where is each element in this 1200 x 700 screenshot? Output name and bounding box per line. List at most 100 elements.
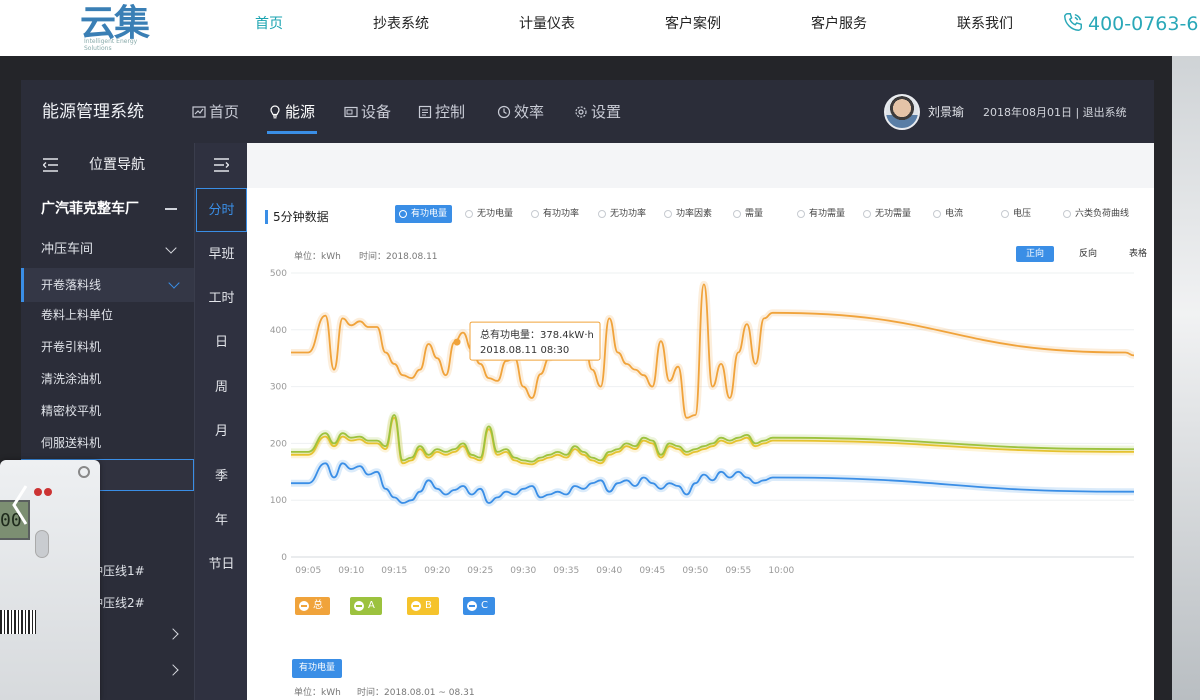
site-nav-meter-reading[interactable]: 抄表系统 bbox=[373, 14, 429, 34]
sidebar-org[interactable]: 广汽菲克整车厂 bbox=[21, 189, 194, 229]
phone-number[interactable]: 400-0763-6 bbox=[1062, 10, 1198, 38]
legend-label: B bbox=[425, 600, 432, 611]
view-forward-button[interactable]: 正向 bbox=[1016, 246, 1054, 262]
collapse-menu-icon[interactable] bbox=[214, 158, 229, 172]
chart-icon bbox=[192, 106, 206, 118]
logo-subtitle: Intelligent Energy Solutions bbox=[84, 38, 138, 52]
sidebar-item-washer[interactable]: 清洗涂油机 bbox=[21, 363, 194, 395]
chevron-left-icon[interactable] bbox=[6, 480, 34, 530]
x-tick-label: 09:50 bbox=[682, 566, 708, 576]
period-month[interactable]: 月 bbox=[195, 410, 248, 454]
legend-label: 总 bbox=[313, 600, 323, 611]
series-line[interactable] bbox=[291, 283, 1135, 419]
metric-demand[interactable]: 需量 bbox=[731, 205, 763, 223]
tab-devices-label: 设备 bbox=[361, 103, 392, 121]
sidebar-header: 位置导航 bbox=[21, 143, 194, 187]
data-card: 5分钟数据 有功电量 无功电量 有功功率 无功功率 功率因素 需量 有功需量 无… bbox=[247, 188, 1154, 700]
sidebar-item-label: 伺服送料机 bbox=[41, 436, 102, 450]
clock-icon bbox=[497, 105, 511, 119]
y-tick-label: 0 bbox=[281, 553, 287, 563]
metric-power-factor[interactable]: 功率因素 bbox=[662, 205, 712, 223]
main-content: 5分钟数据 有功电量 无功电量 有功功率 无功功率 功率因素 需量 有功需量 无… bbox=[247, 143, 1154, 700]
sidebar-item-label: 卷料上料单位 bbox=[41, 308, 114, 322]
sidebar-item-uncoiler[interactable]: 开卷引料机 bbox=[21, 331, 194, 363]
tab-control[interactable]: 控制 bbox=[418, 100, 465, 124]
metric-reactive-demand[interactable]: 无功需量 bbox=[861, 205, 911, 223]
tooltip-time: 2018.08.11 08:30 bbox=[480, 345, 569, 356]
card-title: 5分钟数据 bbox=[273, 210, 329, 224]
tab-devices[interactable]: 设备 bbox=[344, 100, 391, 124]
series-glow bbox=[291, 411, 1134, 466]
site-nav-metering[interactable]: 计量仪表 bbox=[519, 14, 575, 34]
series-glow bbox=[291, 280, 1135, 422]
metric-reactive-power[interactable]: 无功功率 bbox=[596, 205, 646, 223]
view-table-button[interactable]: 表格 bbox=[1119, 246, 1154, 262]
metric-reactive-energy[interactable]: 无功电量 bbox=[463, 205, 513, 223]
sidebar-item-coil-loading[interactable]: 卷料上料单位 bbox=[21, 299, 194, 331]
x-tick-label: 09:20 bbox=[424, 566, 450, 576]
view-reverse-button[interactable]: 反向 bbox=[1069, 246, 1107, 262]
sidebar-item-label: 开卷引料机 bbox=[41, 340, 102, 354]
tab-settings[interactable]: 设置 bbox=[574, 100, 621, 124]
site-nav-home[interactable]: 首页 bbox=[255, 14, 283, 34]
lightbulb-icon bbox=[270, 105, 280, 119]
collapse-menu-icon[interactable] bbox=[43, 158, 58, 172]
sidebar-item-leveler[interactable]: 精密校平机 bbox=[21, 395, 194, 427]
minus-icon bbox=[467, 601, 477, 611]
site-header: 云集 Intelligent Energy Solutions 首页 抄表系统 … bbox=[0, 0, 1200, 56]
unit-label-secondary: 单位：kWh bbox=[294, 688, 341, 698]
tab-home[interactable]: 首页 bbox=[192, 100, 239, 124]
x-tick-label: 09:25 bbox=[467, 566, 493, 576]
meter-indicator bbox=[44, 488, 52, 496]
time-label-secondary: 时间：2018.08.01 ~ 08.31 bbox=[357, 688, 475, 698]
x-tick-label: 10:00 bbox=[768, 566, 794, 576]
sidebar-item-workshop[interactable]: 冲压车间 bbox=[21, 233, 194, 267]
metric-active-power[interactable]: 有功功率 bbox=[529, 205, 579, 223]
tab-settings-label: 设置 bbox=[591, 103, 622, 121]
chevron-down-icon bbox=[165, 242, 177, 254]
avatar[interactable] bbox=[884, 94, 920, 130]
period-year[interactable]: 年 bbox=[195, 499, 248, 543]
period-holiday[interactable]: 节日 bbox=[195, 543, 248, 587]
minus-icon bbox=[411, 601, 421, 611]
metric-current[interactable]: 电流 bbox=[931, 205, 963, 223]
collapse-icon[interactable] bbox=[165, 208, 177, 210]
period-morning-shift[interactable]: 早班 bbox=[195, 233, 248, 277]
period-week[interactable]: 周 bbox=[195, 366, 248, 410]
chevron-right-icon bbox=[167, 628, 179, 640]
tooltip-point bbox=[453, 338, 461, 346]
y-tick-label: 400 bbox=[270, 326, 287, 336]
site-nav-contact[interactable]: 联系我们 bbox=[957, 14, 1013, 34]
sidebar-item-line[interactable]: 开卷落料线 bbox=[21, 268, 194, 302]
legend-a[interactable]: A bbox=[350, 597, 382, 615]
site-nav-cases[interactable]: 客户案例 bbox=[665, 14, 721, 34]
background-decoration bbox=[1172, 56, 1200, 700]
metric-active-energy[interactable]: 有功电量 bbox=[395, 205, 453, 223]
x-tick-label: 09:55 bbox=[725, 566, 751, 576]
tab-control-label: 控制 bbox=[435, 103, 466, 121]
legend-c[interactable]: C bbox=[463, 597, 495, 615]
smart-meter-photo: 00 bbox=[0, 460, 100, 700]
meter-indicator bbox=[34, 488, 42, 496]
tab-energy-label: 能源 bbox=[285, 103, 316, 121]
period-time-of-use[interactable]: 分时 bbox=[196, 188, 247, 232]
tab-efficiency[interactable]: 效率 bbox=[497, 100, 544, 124]
period-day[interactable]: 日 bbox=[195, 321, 248, 365]
legend-total[interactable]: 总 bbox=[295, 597, 330, 615]
tab-energy[interactable]: 能源 bbox=[268, 100, 315, 124]
x-tick-label: 09:15 bbox=[381, 566, 407, 576]
site-logo[interactable]: 云集 Intelligent Energy Solutions bbox=[80, 4, 162, 53]
control-panel-icon bbox=[418, 105, 432, 119]
period-quarter[interactable]: 季 bbox=[195, 455, 248, 499]
metric-voltage[interactable]: 电压 bbox=[999, 205, 1031, 223]
site-nav-service[interactable]: 客户服务 bbox=[811, 14, 867, 34]
sidebar-item-servo-feeder[interactable]: 伺服送料机 bbox=[21, 427, 194, 459]
phone-text: 400-0763-6 bbox=[1088, 13, 1199, 35]
active-energy-button[interactable]: 有功电量 bbox=[292, 659, 343, 678]
date-logout[interactable]: 2018年08月01日 | 退出系统 bbox=[983, 105, 1127, 121]
metric-active-demand[interactable]: 有功需量 bbox=[795, 205, 845, 223]
legend-b[interactable]: B bbox=[407, 597, 439, 615]
period-work-hours[interactable]: 工时 bbox=[195, 277, 248, 321]
metric-load-curves[interactable]: 六类负荷曲线 bbox=[1061, 205, 1129, 223]
active-tab-indicator bbox=[267, 131, 317, 134]
